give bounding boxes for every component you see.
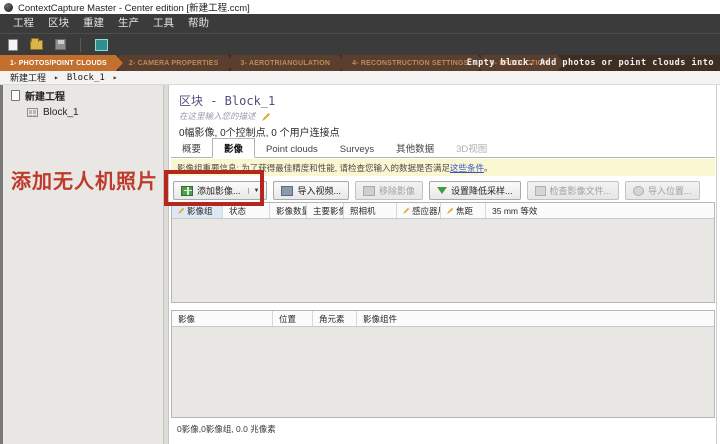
breadcrumb-arrow-icon[interactable]: ▸ xyxy=(113,73,118,82)
photos-table-header: 影像 位置 角元素 影像组件 xyxy=(172,311,714,327)
add-photos-label: 添加影像... xyxy=(197,184,241,197)
remove-photos-button: 移除影像 xyxy=(355,181,423,200)
breadcrumb-arrow-icon[interactable]: ▸ xyxy=(54,73,59,82)
check-image-files-label: 检查影像文件... xyxy=(550,184,612,197)
workflow-tab-photos[interactable]: 1- PHOTOS/POINT CLOUDS xyxy=(0,55,123,71)
empty-block-hint: Empty block. Add photos or point clouds … xyxy=(467,55,714,71)
col-camera[interactable]: 照相机 xyxy=(344,203,397,218)
menu-production[interactable]: 生产 xyxy=(111,14,146,33)
remove-photos-icon xyxy=(363,186,375,196)
import-video-button[interactable]: 导入视频... xyxy=(273,181,349,200)
block-description[interactable]: 在这里输入您的描述 xyxy=(179,110,271,122)
edit-pencil-icon[interactable] xyxy=(262,112,271,121)
import-positions-label: 导入位置... xyxy=(648,184,692,197)
tree-block-label: Block_1 xyxy=(43,107,79,118)
app-icon xyxy=(4,3,13,12)
tree-project-label: 新建工程 xyxy=(25,88,65,103)
downsample-arrow-icon xyxy=(437,187,447,194)
import-positions-button: 导入位置... xyxy=(625,181,700,200)
block-tabs: 概要 影像 Point clouds Surveys 其他数据 3D视图 xyxy=(171,141,715,158)
add-photos-button[interactable]: 添加影像... ▼ xyxy=(173,181,267,200)
tree-item-block[interactable]: Block_1 xyxy=(3,104,163,119)
block-main-panel: 区块 - Block_1 在这里输入您的描述 0幅影像, 0个控制点, 0 个用… xyxy=(169,85,717,444)
tree-item-project[interactable]: 新建工程 xyxy=(3,85,163,104)
menu-bar: 工程 区块 重建 生产 工具 帮助 xyxy=(0,14,720,33)
check-files-icon xyxy=(535,186,546,196)
col-component[interactable]: 影像组件 xyxy=(357,311,714,326)
add-photos-icon xyxy=(181,186,193,196)
workflow-tab-aerotriangulation[interactable]: 3- AEROTRIANGULATION xyxy=(231,55,347,71)
annotation-add-drone-photos: 添加无人机照片 xyxy=(11,165,167,194)
check-image-files-button: 检查影像文件... xyxy=(527,181,620,200)
remove-photos-label: 移除影像 xyxy=(379,184,415,197)
set-downsampling-label: 设置降低采样... xyxy=(451,184,513,197)
col-photo[interactable]: 影像 xyxy=(172,311,273,326)
photogroups-table: 影像组 状态 影像数量 主要影像组件 照相机 感应器尺寸 焦距 35 mm 等效 xyxy=(171,202,715,303)
block-grid-icon xyxy=(27,108,38,117)
col-position[interactable]: 位置 xyxy=(273,311,313,326)
workflow-tab-camera[interactable]: 2- CAMERA PROPERTIES xyxy=(119,55,235,71)
photogroup-notice: 影像组重要信息: 为了获得最佳精度和性能, 请检查您输入的数据是否满足 这些条件… xyxy=(171,159,715,176)
tab-point-clouds[interactable]: Point clouds xyxy=(255,142,329,157)
set-downsampling-button[interactable]: 设置降低采样... xyxy=(429,181,521,200)
breadcrumb-project[interactable]: 新建工程 xyxy=(10,71,46,84)
tab-general[interactable]: 概要 xyxy=(171,139,212,157)
notice-text: 影像组重要信息: 为了获得最佳精度和性能, 请检查您输入的数据是否满足 xyxy=(177,162,450,174)
edit-pencil-icon xyxy=(178,207,185,214)
edit-pencil-icon xyxy=(403,207,410,214)
photos-table-body[interactable] xyxy=(172,327,714,418)
title-bar: ContextCapture Master - Center edition [… xyxy=(0,0,720,14)
window-title: ContextCapture Master - Center edition [… xyxy=(18,0,250,14)
photogroups-table-header: 影像组 状态 影像数量 主要影像组件 照相机 感应器尺寸 焦距 35 mm 等效 xyxy=(172,203,714,219)
breadcrumb-block[interactable]: Block_1 xyxy=(67,73,105,83)
photos-table: 影像 位置 角元素 影像组件 xyxy=(171,310,715,418)
project-doc-icon xyxy=(11,90,20,101)
workflow-tab-reconstruction[interactable]: 4- RECONSTRUCTION SETTINGS xyxy=(342,55,484,71)
col-status[interactable]: 状态 xyxy=(223,203,270,218)
workflow-bar: 1- PHOTOS/POINT CLOUDS 2- CAMERA PROPERT… xyxy=(0,55,720,71)
menu-project[interactable]: 工程 xyxy=(6,14,41,33)
view-icon[interactable] xyxy=(95,39,108,51)
photo-actions-row: 添加影像... ▼ 导入视频... 移除影像 设置降低采样... 检查影像文件.… xyxy=(173,180,713,201)
new-project-icon[interactable] xyxy=(8,39,18,51)
col-35mm-eq[interactable]: 35 mm 等效 xyxy=(486,203,714,218)
breadcrumb: 新建工程 ▸ Block_1 ▸ xyxy=(0,71,720,85)
dropdown-arrow-icon[interactable]: ▼ xyxy=(248,188,260,194)
description-placeholder: 在这里输入您的描述 xyxy=(179,110,256,122)
menu-block[interactable]: 区块 xyxy=(41,14,76,33)
import-positions-icon xyxy=(633,186,644,196)
menu-reconstruction[interactable]: 重建 xyxy=(76,14,111,33)
photogroups-table-body[interactable] xyxy=(172,219,714,303)
toolbar-separator xyxy=(80,38,81,52)
open-project-icon[interactable] xyxy=(30,40,43,50)
tab-3d-view: 3D视图 xyxy=(445,139,498,157)
save-project-icon[interactable] xyxy=(55,39,66,50)
col-focal-length[interactable]: 焦距 xyxy=(441,203,486,218)
col-rotation[interactable]: 角元素 xyxy=(313,311,357,326)
menu-tools[interactable]: 工具 xyxy=(146,14,181,33)
col-photogroup[interactable]: 影像组 xyxy=(172,203,223,218)
notice-suffix: 。 xyxy=(484,162,493,174)
edit-pencil-icon xyxy=(447,207,454,214)
block-title: 区块 - Block_1 xyxy=(179,92,275,109)
import-video-label: 导入视频... xyxy=(297,184,341,197)
col-photo-count[interactable]: 影像数量 xyxy=(270,203,307,218)
block-summary: 0幅影像, 0个控制点, 0 个用户连接点 xyxy=(179,124,340,139)
tab-surveys[interactable]: Surveys xyxy=(329,142,385,157)
tool-bar xyxy=(0,33,720,55)
notice-conditions-link[interactable]: 这些条件 xyxy=(450,162,484,174)
col-main-component[interactable]: 主要影像组件 xyxy=(307,203,344,218)
video-frames-icon xyxy=(281,186,293,196)
menu-help[interactable]: 帮助 xyxy=(181,14,216,33)
tab-additional-data[interactable]: 其他数据 xyxy=(385,139,445,157)
col-sensor-size[interactable]: 感应器尺寸 xyxy=(397,203,441,218)
photos-status-line: 0影像,0影像组, 0.0 兆像素 xyxy=(177,423,276,435)
tab-photos[interactable]: 影像 xyxy=(212,138,255,158)
project-tree-panel: 新建工程 Block_1 xyxy=(0,85,163,444)
